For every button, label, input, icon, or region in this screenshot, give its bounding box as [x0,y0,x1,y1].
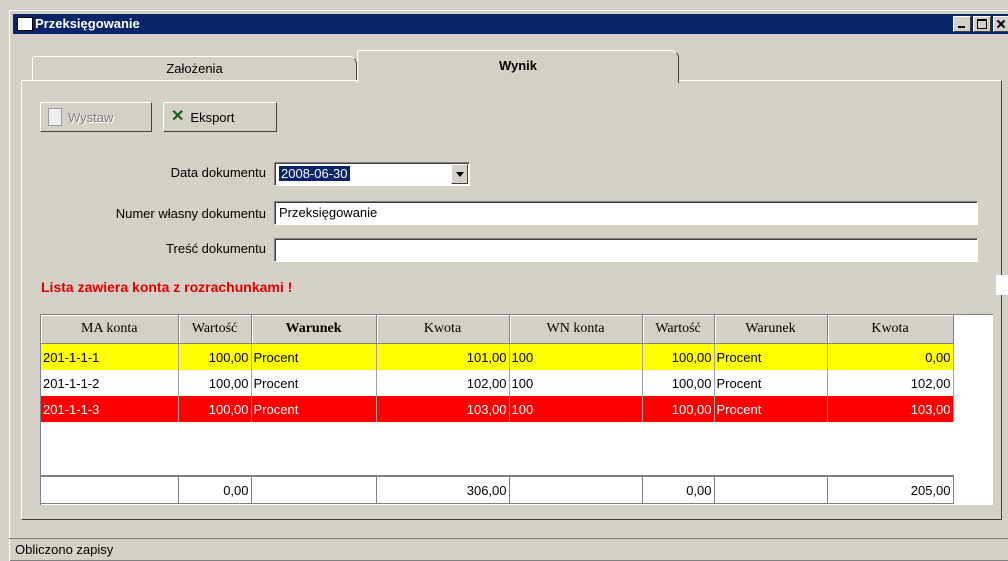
content-label: Treść dokumentu [166,241,266,256]
warning-message: Lista zawiera konta z rozrachunkami ! [41,279,293,295]
close-button[interactable] [993,16,1008,32]
date-label: Data dokumentu [170,165,266,180]
col-warunek-wn[interactable]: Warunek [714,315,828,344]
tab-zalozenia[interactable]: Założenia [32,56,357,81]
chevron-down-icon[interactable] [451,164,468,184]
cell[interactable]: Procent [714,370,828,396]
cell[interactable]: 100,00 [642,396,715,422]
issue-button[interactable]: Wystaw [40,102,152,132]
total-cell [509,476,643,504]
cell[interactable]: 103,00 [827,396,954,422]
table-row[interactable]: 201-1-1-2 100,00 Procent 102,00 100 100,… [41,370,954,396]
col-kwota-ma[interactable]: Kwota [376,315,510,344]
maximize-button[interactable] [973,16,991,32]
cell[interactable]: 100 [509,370,643,396]
cell[interactable]: 100,00 [178,396,252,422]
col-kwota-wn[interactable]: Kwota [827,315,954,344]
totals-row: 0,00 306,00 0,00 205,00 [41,475,954,504]
minimize-button[interactable] [953,16,971,32]
status-bar: Obliczono zapisy [9,538,1008,560]
export-button-label: Eksport [190,109,235,125]
total-cell: 0,00 [642,476,715,504]
cell[interactable]: 100,00 [642,370,715,396]
date-value: 2008-06-30 [279,166,350,181]
cell[interactable]: 0,00 [827,343,954,370]
tab-strip: Założenia Wynik [21,50,1001,83]
grid-header: MA konta Wartość Warunek Kwota WN konta … [41,315,954,344]
total-cell: 205,00 [827,476,954,504]
tab-wynik[interactable]: Wynik [357,50,679,83]
col-wn-konta[interactable]: WN konta [509,315,643,344]
cell[interactable]: 102,00 [827,370,954,396]
total-cell [251,476,377,504]
cell[interactable]: 103,00 [376,396,510,422]
col-wartosc-wn[interactable]: Wartość [642,315,715,344]
scroll-edge [996,275,1008,295]
title-bar[interactable]: Przeksięgowanie [13,14,1008,34]
cell[interactable]: 100 [509,343,643,370]
cell[interactable]: Procent [251,370,377,396]
cell[interactable]: 201-1-1-1 [41,343,179,370]
col-wartosc-ma[interactable]: Wartość [178,315,252,344]
postings-grid[interactable]: MA konta Wartość Warunek Kwota WN konta … [40,314,993,505]
issue-button-label: Wystaw [68,109,114,125]
cell[interactable]: Procent [251,396,377,422]
cell[interactable]: Procent [251,343,377,370]
app-icon [17,17,33,31]
window-title: Przeksięgowanie [35,16,140,31]
cell[interactable]: 100,00 [642,343,715,370]
col-warunek-ma[interactable]: Warunek [251,315,377,344]
excel-icon: ✕ [171,108,185,125]
cell[interactable]: 102,00 [376,370,510,396]
col-ma-konta[interactable]: MA konta [41,315,179,344]
cell[interactable]: 101,00 [376,343,510,370]
cell[interactable]: 100,00 [178,370,252,396]
number-label: Numer własny dokumentu [115,206,266,221]
cell[interactable]: Procent [714,343,828,370]
cell[interactable]: 100 [509,396,643,422]
content-field[interactable] [274,238,978,262]
cell[interactable]: 201-1-1-3 [41,396,179,422]
cell[interactable]: 201-1-1-2 [41,370,179,396]
total-cell: 306,00 [376,476,510,504]
total-cell: 0,00 [178,476,252,504]
document-icon [48,108,62,126]
cell[interactable]: Procent [714,396,828,422]
cell[interactable]: 100,00 [178,343,252,370]
total-cell [714,476,828,504]
table-row[interactable]: 201-1-1-1 100,00 Procent 101,00 100 100,… [41,343,954,370]
total-cell [41,476,179,504]
date-combo[interactable]: 2008-06-30 [274,162,470,186]
export-button[interactable]: ✕ Eksport [163,102,277,132]
table-row[interactable]: 201-1-1-3 100,00 Procent 103,00 100 100,… [41,396,954,422]
number-field[interactable]: Przeksięgowanie [274,201,978,225]
